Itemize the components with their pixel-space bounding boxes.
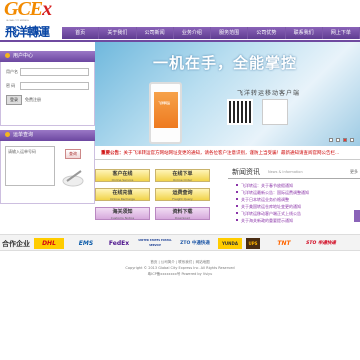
phone-screen: 飞洋转运 xyxy=(154,92,178,128)
news-more-link[interactable]: 更多 xyxy=(350,169,358,175)
slide-indicators xyxy=(329,138,354,142)
news-item[interactable]: 飞洋转运最新公告：国际运费调整通知 xyxy=(236,189,360,196)
apple-store-icon[interactable] xyxy=(262,99,288,125)
service-order[interactable]: 在线下单 Online Order xyxy=(155,169,210,182)
login-title: 用户中心 xyxy=(13,53,34,59)
service-freight[interactable]: 运费查询 Freight Query xyxy=(155,188,210,201)
news-item[interactable]: 飞洋转运：关于春节放假通知 xyxy=(236,182,360,189)
logo-chinese: 飛洋轉運 xyxy=(5,25,50,39)
partner-logo-usps[interactable]: UNITED STATES POSTAL SERVICE xyxy=(138,238,172,249)
phone-image: 飞洋转运 xyxy=(149,82,182,144)
news-title-en: News & Information xyxy=(268,170,303,174)
hero-banner[interactable]: 一机在手，全能掌控 飞洋转运 飞洋转运移动客户端 xyxy=(95,42,360,146)
news-item[interactable]: 飞洋转运移动客户端正式上线公告 xyxy=(236,210,360,217)
bullet-icon xyxy=(5,53,10,58)
banner-subtitle: 飞洋转运移动客户端 xyxy=(237,90,301,97)
logo-brand: GCEx xyxy=(4,0,52,20)
news-item[interactable]: 关于日本转运业务价格调整 xyxy=(236,196,360,203)
username-input[interactable] xyxy=(20,68,89,76)
nav-item-contact[interactable]: 联系我们 xyxy=(286,27,323,39)
bullet-icon xyxy=(5,132,10,137)
nav-item-business[interactable]: 业务介绍 xyxy=(174,27,211,39)
login-actions: 登录 免费注册 xyxy=(6,95,89,105)
nav-item-home[interactable]: 首页 xyxy=(62,27,100,39)
notice-label: 重要公告： xyxy=(101,151,124,156)
partner-logo-sto[interactable]: STO 申通快递 xyxy=(306,238,336,249)
nav-item-news[interactable]: 公司新闻 xyxy=(137,27,174,39)
floating-side-tab[interactable] xyxy=(354,210,360,222)
slide-dot[interactable] xyxy=(350,138,354,142)
service-online[interactable]: 客户在线 Online Service xyxy=(95,169,150,182)
news-header: 新闻资讯 News & Information 更多 xyxy=(228,165,360,179)
nav-item-order[interactable]: 网上下单 xyxy=(323,27,360,39)
service-download[interactable]: 资料下载 Download xyxy=(155,207,210,220)
page: GCEx GLOBAL CITY EXPRESS 飛洋轉運 首页 关于我们 公司… xyxy=(0,0,360,360)
password-input[interactable] xyxy=(20,82,89,90)
nav-item-services[interactable]: 服务范围 xyxy=(211,27,249,39)
partner-logo-fedex[interactable]: FedEx xyxy=(106,238,132,249)
site-logo[interactable]: GCEx GLOBAL CITY EXPRESS 飛洋轉運 xyxy=(0,0,62,40)
service-customs[interactable]: 海关须知 Customs Notice xyxy=(95,207,150,220)
username-label: 用户名 xyxy=(6,69,18,74)
username-row: 用户名 xyxy=(6,67,89,77)
password-label: 密 码 xyxy=(6,83,16,88)
news-item[interactable]: 关于海关新政的重要提示通知 xyxy=(236,217,360,224)
partner-logo-tnt[interactable]: TNT xyxy=(266,238,302,249)
tracking-title: 运单查询 xyxy=(13,132,34,138)
banner-slogan: 一机在手，全能掌控 xyxy=(153,54,298,72)
notice-bar: 重要公告：关于飞洋转运官方网站网址变更的通知，请各位客户注意识别，谨防上当受骗！… xyxy=(95,148,360,160)
slide-dot[interactable] xyxy=(336,138,340,142)
partner-logo-yunda[interactable]: YUNDA xyxy=(218,238,242,249)
login-button[interactable]: 登录 xyxy=(6,95,22,105)
partner-logo-zto[interactable]: ZTO 中通快递 xyxy=(178,238,212,249)
partners-label: 合作企业 xyxy=(2,240,30,248)
login-header: 用户中心 xyxy=(0,51,95,62)
logo-tagline: GLOBAL CITY EXPRESS xyxy=(6,20,29,22)
main-nav: 首页 关于我们 公司新闻 业务介绍 服务范围 公司优势 联系我们 网上下单 xyxy=(62,27,360,39)
query-button[interactable]: 查询 xyxy=(65,149,81,159)
news-list: 飞洋转运：关于春节放假通知 飞洋转运最新公告：国际运费调整通知 关于日本转运业务… xyxy=(228,179,360,224)
service-recharge[interactable]: 在线充值 Online Recharge xyxy=(95,188,150,201)
notice-text[interactable]: 关于飞洋转运官方网站网址变更的通知，请各位客户注意识别，谨防上当受骗！最新通知请… xyxy=(124,151,340,156)
news-panel: 新闻资讯 News & Information 更多 飞洋转运：关于春节放假通知… xyxy=(228,165,360,233)
partner-logo-ups[interactable]: UPS xyxy=(246,238,260,249)
qr-code xyxy=(227,99,253,125)
tracking-panel: 请输入运单号码 查询 xyxy=(0,141,95,204)
partner-logo-ems[interactable]: EMS xyxy=(72,238,100,249)
register-link[interactable]: 免费注册 xyxy=(25,97,41,103)
login-panel: 用户名 密 码 登录 免费注册 xyxy=(0,62,95,126)
phone-screen-label: 飞洋转运 xyxy=(158,101,171,105)
slide-dot-active[interactable] xyxy=(343,138,347,142)
tracking-input[interactable]: 请输入运单号码 xyxy=(5,146,55,186)
nav-item-about[interactable]: 关于我们 xyxy=(99,27,137,39)
slide-dot[interactable] xyxy=(329,138,333,142)
news-item[interactable]: 关于美国转运仓库地址变更的通知 xyxy=(236,203,360,210)
pen-icon xyxy=(62,170,84,187)
nav-item-advantages[interactable]: 公司优势 xyxy=(248,27,286,39)
footer: 首页 | 公司简介 | 联系我们 | 网站地图 Copyright © 2013… xyxy=(0,253,360,288)
news-title: 新闻资讯 xyxy=(232,168,260,176)
tracking-header: 运单查询 xyxy=(0,130,95,141)
footer-icp: 粤ICP备xxxxxxxx号 Powered by Vsiyu xyxy=(147,272,213,276)
sidebar: 用户中心 用户名 密 码 登录 免费注册 运单查询 请输入运单号码 查询 xyxy=(0,51,95,204)
partners-bar: 合作企业 DHL EMS FedEx UNITED STATES POSTAL … xyxy=(0,234,360,251)
partner-logo-dhl[interactable]: DHL xyxy=(34,238,64,249)
password-row: 密 码 xyxy=(6,81,89,91)
